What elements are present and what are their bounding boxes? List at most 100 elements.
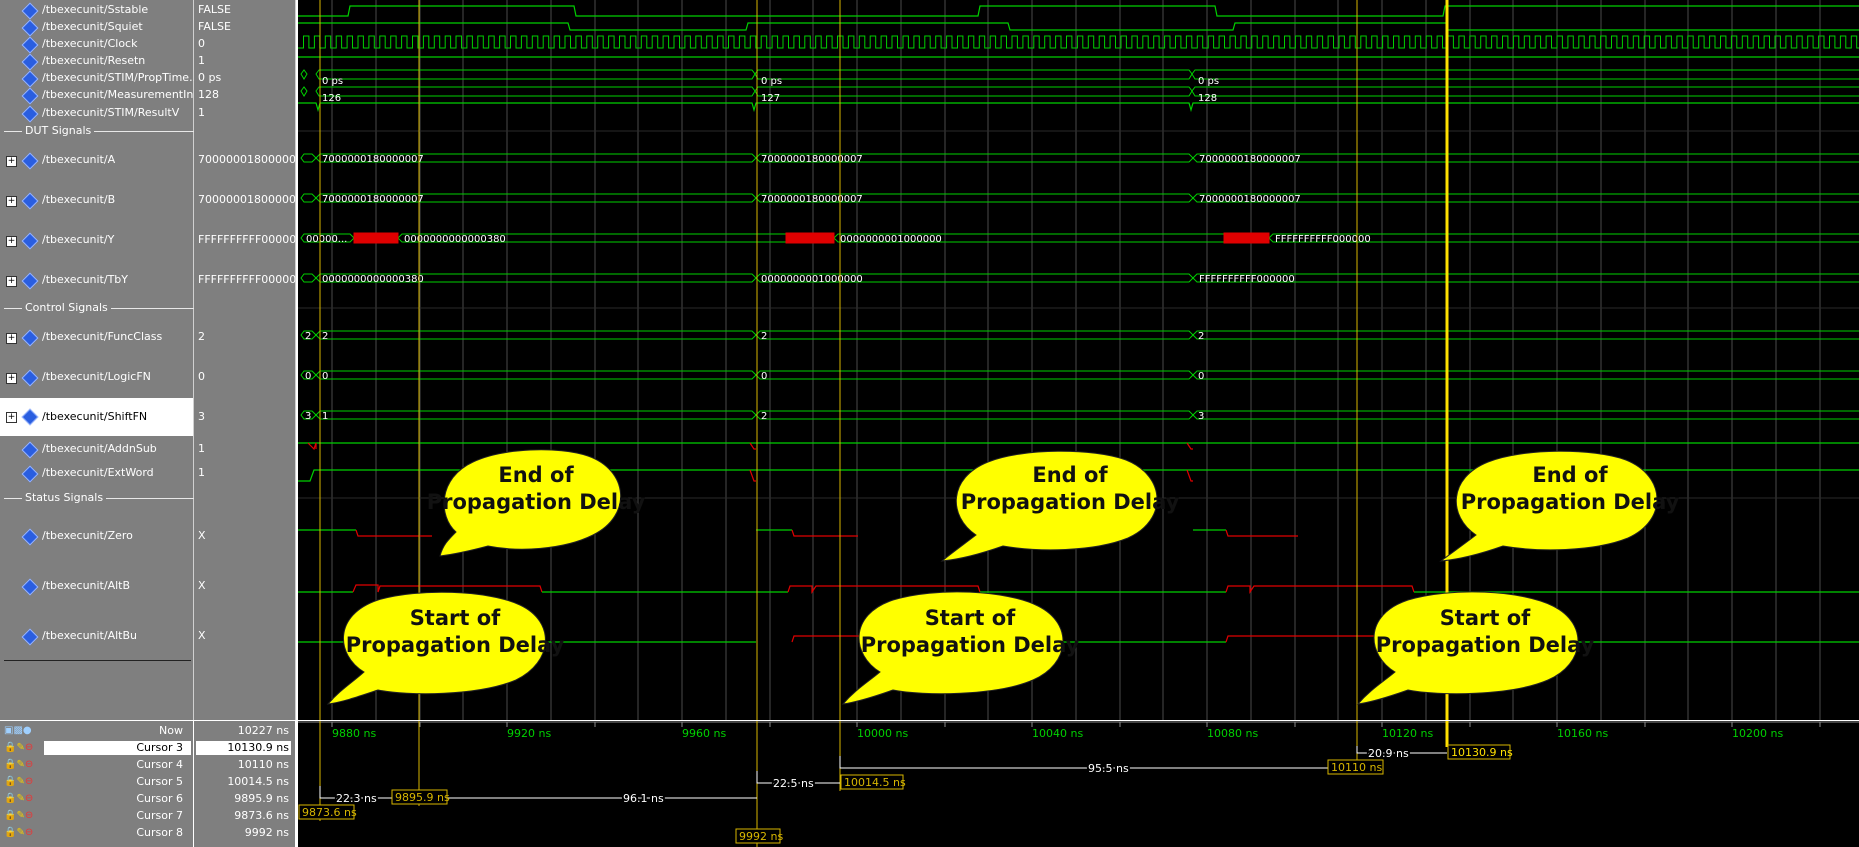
signal-name: /tbexecunit/B	[42, 193, 116, 206]
signal-row-squiet[interactable]: /tbexecunit/Squiet	[0, 19, 193, 37]
signal-row-sstable[interactable]: /tbexecunit/Sstable	[0, 2, 193, 20]
bus-funcclass	[300, 330, 1859, 340]
signal-name: /tbexecunit/STIM/PropTime...	[42, 71, 200, 84]
tick-label: 9880 ns	[332, 727, 376, 740]
signal-row-proptime[interactable]: /tbexecunit/STIM/PropTime...	[0, 70, 200, 88]
signal-row-zero[interactable]: /tbexecunit/Zero	[0, 528, 193, 546]
callout-text: Start of	[925, 606, 1016, 630]
cursor-value[interactable]: 9895.9 ns	[234, 791, 289, 807]
cursor-row-3[interactable]: 🔒✎⊖ Cursor 3	[0, 740, 193, 756]
cursor-icons[interactable]: 🔒✎⊖	[4, 808, 33, 824]
signal-row-a[interactable]: + /tbexecunit/A	[0, 152, 193, 170]
cursor-row-4[interactable]: 🔒✎⊖ Cursor 4	[0, 757, 193, 773]
cursor-tag[interactable]: 10110 ns	[1331, 761, 1382, 774]
callout-text: Propagation Delay	[346, 633, 565, 657]
toolbar-icons[interactable]: ▣▩●	[4, 723, 32, 739]
signal-row-funcclass[interactable]: + /tbexecunit/FuncClass	[0, 329, 193, 347]
bus-label: 2	[761, 331, 767, 342]
signal-row-altb[interactable]: /tbexecunit/AltB	[0, 578, 193, 596]
signal-name: /tbexecunit/AltBu	[42, 629, 137, 642]
cursor-tag[interactable]: 9895.9 ns	[395, 791, 450, 804]
signal-value: 0	[198, 37, 205, 50]
cursor-row-5[interactable]: 🔒✎⊖ Cursor 5	[0, 774, 193, 790]
bus-proptime	[300, 69, 1859, 80]
callout-start-3: Start of Propagation Delay	[1356, 591, 1595, 705]
expand-icon[interactable]: +	[6, 156, 17, 167]
callout-text: Propagation Delay	[427, 490, 646, 514]
expand-icon[interactable]: +	[6, 276, 17, 287]
cursor-icons[interactable]: 🔒✎⊖	[4, 740, 33, 756]
delta-label: 96.1 ns	[623, 792, 664, 805]
timeline-canvas[interactable]: 9880 ns 9920 ns 9960 ns 10000 ns 10040 n…	[298, 721, 1859, 847]
signal-row-y[interactable]: + /tbexecunit/Y	[0, 232, 193, 250]
bus-shiftfn	[300, 410, 1859, 420]
signal-row-measurement[interactable]: /tbexecunit/MeasurementIn...	[0, 87, 204, 105]
cursor-label: Cursor 5	[136, 775, 183, 788]
bus-label: 0000000001000000	[840, 234, 942, 245]
bus-label: 2	[1198, 331, 1204, 342]
delta-label: 20.9 ns	[1368, 747, 1409, 760]
signal-icon	[21, 36, 39, 54]
signal-icon	[21, 528, 39, 546]
signal-row-b[interactable]: + /tbexecunit/B	[0, 192, 193, 210]
cursor-label: Cursor 6	[136, 792, 183, 805]
bus-label: 3	[1198, 411, 1204, 422]
expand-icon[interactable]: +	[6, 412, 17, 423]
signal-row-shiftfn-selected[interactable]: + /tbexecunit/ShiftFN	[0, 398, 193, 436]
cursor-value[interactable]: 9992 ns	[245, 825, 289, 841]
waveform-pane[interactable]: 0 ps 0 ps 0 ps 126 127 128 7000000180000…	[298, 0, 1859, 720]
waveform-canvas[interactable]: 0 ps 0 ps 0 ps 126 127 128 7000000180000…	[298, 0, 1859, 720]
cursor-value[interactable]: 10130.9 ns	[227, 740, 289, 756]
cursor-value[interactable]: 9873.6 ns	[234, 808, 289, 824]
expand-icon[interactable]: +	[6, 333, 17, 344]
expand-icon[interactable]: +	[6, 196, 17, 207]
signal-value: X	[198, 579, 206, 592]
signal-name: /tbexecunit/Resetn	[42, 54, 146, 67]
cursor-row-8[interactable]: 🔒✎⊖ Cursor 8	[0, 825, 193, 841]
signal-value: FFFFFFFFFF00000X	[198, 233, 304, 246]
signal-name: /tbexecunit/Sstable	[42, 3, 149, 16]
callout-end-2: End of Propagation Delay	[940, 450, 1180, 562]
cursor-icons[interactable]: 🔒✎⊖	[4, 774, 33, 790]
cursor-value[interactable]: 10014.5 ns	[227, 774, 289, 790]
cursor-row-7[interactable]: 🔒✎⊖ Cursor 7	[0, 808, 193, 824]
cursor-values-pane: 10227 ns 10130.9 ns 10110 ns 10014.5 ns …	[194, 721, 295, 847]
cursor-timeline-pane[interactable]: 9880 ns 9920 ns 9960 ns 10000 ns 10040 n…	[298, 721, 1859, 847]
signal-row-extword[interactable]: /tbexecunit/ExtWord	[0, 465, 193, 483]
cursor-value[interactable]: 10110 ns	[238, 757, 289, 773]
cursor-row-6[interactable]: 🔒✎⊖ Cursor 6	[0, 791, 193, 807]
bus-label: 126	[322, 93, 341, 104]
signal-name: /tbexecunit/STIM/ResultV	[42, 106, 180, 119]
callout-end-1: End of Propagation Delay	[427, 449, 646, 557]
cursor-icons[interactable]: 🔒✎⊖	[4, 825, 33, 841]
signal-name: /tbexecunit/Squiet	[42, 20, 143, 33]
signal-row-clock[interactable]: /tbexecunit/Clock	[0, 36, 193, 54]
cursor-label: Cursor 4	[136, 758, 183, 771]
signal-icon	[21, 272, 39, 290]
signal-row-resultv[interactable]: /tbexecunit/STIM/ResultV	[0, 105, 193, 123]
signal-name: /tbexecunit/A	[42, 153, 116, 166]
callout-text: End of	[1032, 463, 1108, 487]
signal-row-tby[interactable]: + /tbexecunit/TbY	[0, 272, 193, 290]
signal-row-logicfn[interactable]: + /tbexecunit/LogicFN	[0, 369, 193, 387]
signal-row-resetn[interactable]: /tbexecunit/Resetn	[0, 53, 193, 71]
cursor-icons[interactable]: 🔒✎⊖	[4, 791, 33, 807]
signal-row-altbu[interactable]: /tbexecunit/AltBu	[0, 628, 193, 646]
cursor-icons[interactable]: 🔒✎⊖	[4, 757, 33, 773]
bus-label: 0 ps	[322, 76, 343, 87]
expand-icon[interactable]: +	[6, 373, 17, 384]
wave-resultv	[298, 102, 1859, 113]
cursor-tag[interactable]: 9992 ns	[739, 830, 783, 843]
cursor-tag[interactable]: 9873.6 ns	[302, 806, 357, 819]
expand-icon[interactable]: +	[6, 236, 17, 247]
callout-text: End of	[498, 463, 574, 487]
bus-label: 0000000001000000	[761, 274, 863, 285]
bus-label: 7000000180000007	[1199, 194, 1301, 205]
cursor-tag[interactable]: 10130.9 ns	[1451, 746, 1513, 759]
bus-label: 7000000180000007	[1199, 154, 1301, 165]
now-label: Now	[159, 724, 183, 737]
cursor-tag[interactable]: 10014.5 ns	[844, 776, 906, 789]
signal-row-addnsub[interactable]: /tbexecunit/AddnSub	[0, 441, 193, 459]
cursor-tags[interactable]: 10130.9 ns 10110 ns 10014.5 ns 9895.9 ns…	[298, 744, 1513, 844]
wave-zero	[298, 529, 1298, 537]
